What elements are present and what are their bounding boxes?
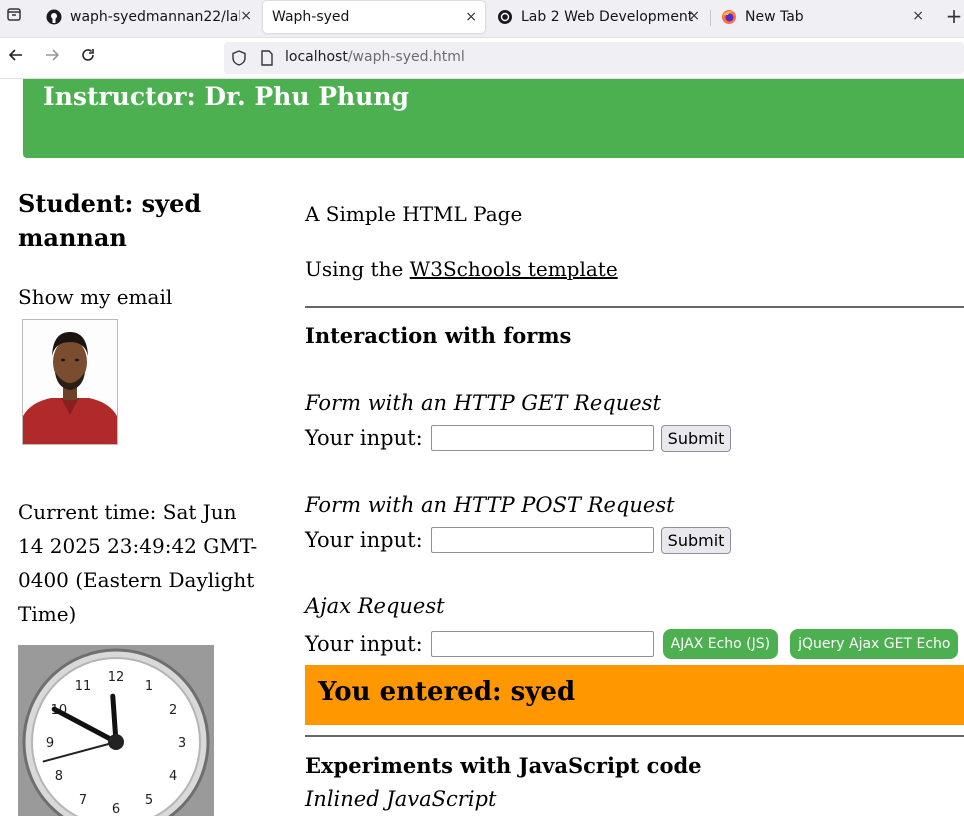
clock-number: 7 — [79, 793, 87, 808]
input-label: Your input: — [305, 632, 423, 656]
github-icon — [46, 9, 62, 25]
firefox-icon — [721, 9, 737, 25]
tab-lab2[interactable]: Lab 2 Web Development × — [490, 0, 708, 34]
url-text[interactable]: localhost/waph-syed.html — [285, 49, 465, 65]
instructor-banner: Instructor: Dr. Phu Phung — [23, 79, 964, 158]
openai-icon — [497, 9, 513, 25]
get-input[interactable] — [430, 425, 654, 451]
close-icon[interactable]: × — [912, 8, 924, 24]
clock-number: 5 — [145, 793, 153, 808]
back-button[interactable] — [4, 46, 28, 70]
ajax-form: Your input: AJAX Echo (JS) jQuery Ajax G… — [305, 629, 959, 659]
url-host: localhost — [285, 49, 348, 65]
echo-result-text: You entered: syed — [318, 677, 576, 707]
banner-title: Instructor: Dr. Phu Phung — [43, 82, 410, 111]
tab-list-icon[interactable] — [2, 5, 26, 29]
tab-new-tab[interactable]: New Tab × — [712, 0, 934, 34]
clock-number: 9 — [46, 736, 54, 751]
shield-icon[interactable] — [231, 50, 247, 70]
clock-center — [108, 734, 124, 750]
w3schools-template-link[interactable]: W3Schools template — [410, 257, 618, 281]
get-form-title: Form with an HTTP GET Request — [305, 391, 661, 415]
inline-js-title: Inlined JavaScript — [305, 787, 497, 811]
current-time: Current time: Sat Jun 14 2025 23:49:42 G… — [18, 500, 258, 626]
new-tab-button[interactable]: + — [944, 4, 964, 28]
ajax-input[interactable] — [430, 631, 654, 657]
student-photo — [22, 319, 118, 445]
url-bar[interactable]: localhost/waph-syed.html — [224, 42, 964, 74]
get-form: Your input: Submit — [305, 424, 732, 452]
post-submit-button[interactable]: Submit — [660, 526, 732, 554]
navigation-toolbar: localhost/waph-syed.html — [0, 38, 964, 79]
get-submit-button[interactable]: Submit — [660, 424, 732, 452]
template-prefix: Using the — [305, 257, 410, 281]
post-form: Your input: Submit — [305, 526, 732, 554]
template-line: Using the W3Schools template — [305, 257, 618, 281]
forward-arrow-icon — [46, 49, 60, 61]
back-arrow-icon — [8, 49, 22, 61]
ajax-title: Ajax Request — [305, 594, 445, 618]
page-content: Instructor: Dr. Phu Phung Student: syed … — [0, 79, 964, 816]
tab-title: Lab 2 Web Development — [521, 9, 694, 25]
divider — [305, 306, 964, 308]
clock-number: 12 — [108, 670, 125, 685]
analog-clock: 121234567891011 — [18, 645, 214, 816]
url-path: /waph-syed.html — [347, 49, 465, 65]
forward-button[interactable] — [40, 46, 64, 70]
post-form-title: Form with an HTTP POST Request — [305, 493, 675, 517]
student-name: Student: syed mannan — [18, 189, 202, 252]
show-email-link[interactable]: Show my email — [18, 285, 172, 309]
tab-title: waph-syedmannan22/lab — [70, 9, 240, 25]
close-icon[interactable]: × — [240, 8, 252, 24]
clock-number: 3 — [178, 736, 186, 751]
close-icon[interactable]: × — [688, 8, 700, 24]
clock-number: 8 — [55, 769, 63, 784]
echo-response: You entered: syed — [305, 665, 964, 725]
tab-strip: waph-syedmannan22/lab × Waph-syed × Lab … — [0, 0, 964, 38]
reload-button[interactable] — [76, 46, 100, 70]
tab-title: New Tab — [745, 9, 804, 25]
post-input[interactable] — [430, 527, 654, 553]
clock-number: 4 — [169, 769, 177, 784]
clock-number: 6 — [112, 802, 120, 816]
input-label: Your input: — [305, 528, 423, 552]
clock-number: 1 — [145, 679, 153, 694]
reload-icon — [82, 49, 94, 61]
forms-heading: Interaction with forms — [305, 323, 572, 348]
input-label: Your input: — [305, 426, 423, 450]
ajax-echo-js-button[interactable]: AJAX Echo (JS) — [662, 629, 779, 659]
close-icon[interactable]: × — [465, 9, 477, 25]
divider — [305, 735, 964, 737]
tab-github[interactable]: waph-syedmannan22/lab × — [38, 0, 260, 34]
intro-text: A Simple HTML Page — [305, 202, 523, 226]
clock-number: 11 — [75, 679, 92, 694]
page-icon[interactable] — [260, 50, 274, 70]
jquery-ajax-get-echo-button[interactable]: jQuery Ajax GET Echo — [790, 629, 959, 659]
tab-title: Waph-syed — [272, 9, 350, 25]
clock-number: 2 — [169, 703, 177, 718]
tab-waph-syed[interactable]: Waph-syed × — [263, 1, 485, 33]
tab-separator — [710, 10, 711, 26]
js-heading: Experiments with JavaScript code — [305, 753, 702, 778]
